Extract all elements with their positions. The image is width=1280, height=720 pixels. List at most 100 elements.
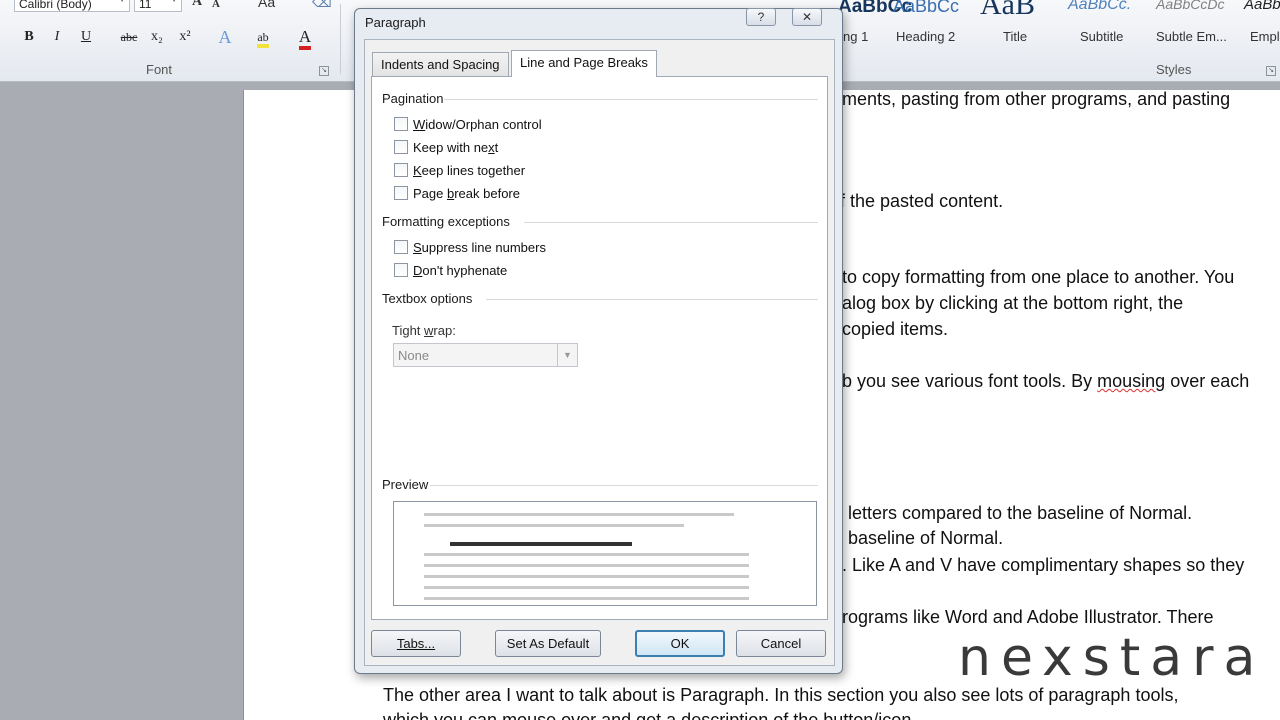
tab-line-and-page-breaks[interactable]: Line and Page Breaks [511,50,657,77]
checkbox-label: Suppress line numbers [413,239,546,255]
style-sample-subtle-emphasis[interactable]: AaBbCcDc [1156,0,1224,12]
page-break-before[interactable]: Page break before [394,184,520,202]
style-sample-subtitle[interactable]: AaBbCc. [1068,0,1131,14]
close-button[interactable]: ✕ [792,8,822,26]
preview-heading: Preview [382,477,429,492]
grow-font-icon[interactable]: A [192,0,202,10]
highlight-icon[interactable]: ab [252,26,274,48]
style-name-heading2: Heading 2 [896,29,956,44]
dialog-body: Indents and Spacing Line and Page Breaks… [364,39,835,666]
style-sample-title[interactable]: AaB [980,0,1035,22]
checkbox-label: Keep with next [413,139,499,155]
chevron-down-icon: ▼ [170,0,178,4]
strikethrough-button[interactable]: abc [115,26,143,48]
keep-with-next-checkbox[interactable] [394,140,408,154]
dialog-title: Paragraph [365,15,426,30]
help-button[interactable]: ? [746,8,776,26]
dont-hyphenate[interactable]: Don't hyphenate [394,261,507,279]
clear-format-icon[interactable]: ⌫ [312,0,332,11]
shrink-font-icon[interactable]: A [212,0,220,10]
doc-line: alog box by clicking at the bottom right… [842,293,1184,313]
suppress-line-numbers[interactable]: Suppress line numbers [394,238,546,256]
doc-line: f the pasted content. [840,191,1004,211]
tab-indents-and-spacing[interactable]: Indents and Spacing [372,52,509,76]
doc-line: b you see various font tools. By mousing… [842,371,1249,392]
font-name-box[interactable]: Calibri (Body) ▼ [14,0,130,12]
preview-line [424,575,749,578]
set-as-default-button[interactable]: Set As Default [495,630,601,657]
doc-line: copied items. [842,319,949,339]
italic-button[interactable]: I [46,26,68,48]
section-divider [430,485,818,486]
underline-button[interactable]: U [75,26,97,48]
close-icon: ✕ [801,10,813,24]
dont-hyphenate-checkbox[interactable] [394,263,408,277]
change-case-icon[interactable]: Aa [258,0,275,10]
watermark-logo: nexstara [958,628,1266,688]
section-divider [486,299,818,300]
style-name-title: Title [1003,29,1028,44]
font-dialog-launcher-icon[interactable]: ↘ [319,66,329,76]
preview-line [424,513,734,516]
keep-lines-together-checkbox[interactable] [394,163,408,177]
ribbon-divider [340,4,341,74]
checkbox-label: Keep lines together [413,162,526,178]
keep-with-next[interactable]: Keep with next [394,138,498,156]
bold-button[interactable]: B [18,26,40,48]
style-name-subtitle: Subtitle [1080,29,1124,44]
cancel-button[interactable]: Cancel [736,630,826,657]
tight-wrap-label: Tight wrap: [392,323,456,338]
text-effects-icon[interactable]: A [214,26,236,48]
preview-line [424,564,749,567]
doc-line: baseline of Normal. [848,528,1004,548]
preview-line [424,524,684,527]
styles-group-label: Styles [1156,62,1192,77]
doc-line: which you can mouse over and get a descr… [383,710,917,720]
doc-text: b you see various font tools. By [842,371,1098,391]
keep-lines-together[interactable]: Keep lines together [394,161,525,179]
widow-orphan-checkbox[interactable] [394,117,408,131]
formatting-exceptions-heading: Formatting exceptions [382,214,510,229]
tab-label: Line and Page Breaks [520,55,648,70]
preview-sample-line [450,542,632,546]
doc-line: letters compared to the baseline of Norm… [848,503,1193,523]
paragraph-dialog: Paragraph ? ✕ Indents and Spacing Line a… [354,8,843,674]
pagination-heading: Pagination [382,91,444,106]
doc-line: to copy formatting from one place to ano… [842,267,1235,287]
section-divider [444,99,818,100]
subscript-button[interactable]: x₂ [146,26,168,48]
suppress-line-numbers-checkbox[interactable] [394,240,408,254]
preview-line [424,553,749,556]
superscript-button[interactable]: x² [174,26,196,48]
style-name-heading1: ng 1 [843,29,869,44]
checkbox-label: Widow/Orphan control [413,116,542,132]
tab-panel: Pagination Widow/Orphan control Keep wit… [371,76,828,620]
chevron-down-icon[interactable]: ▼ [557,344,577,366]
tabs-button[interactable]: Tabs... [371,630,461,657]
page-break-before-checkbox[interactable] [394,186,408,200]
checkbox-label: Page break before [413,185,520,201]
preview-box [393,501,817,606]
style-name-emphasis: Empl [1250,29,1280,44]
spelling-error-text[interactable]: mousing [1097,371,1165,391]
font-group-label: Font [146,62,173,77]
font-size-box[interactable]: 11 ▼ [134,0,182,12]
style-name-subtle-emphasis: Subtle Em... [1156,29,1227,44]
checkbox-label: Don't hyphenate [413,262,508,278]
doc-line: The other area I want to talk about is P… [383,685,1179,705]
style-sample-heading2[interactable]: AaBbCc [893,0,959,17]
textbox-options-heading: Textbox options [382,291,473,306]
styles-dialog-launcher-icon[interactable]: ↘ [1266,66,1276,76]
font-size-value: 11 [139,0,152,11]
tight-wrap-select[interactable]: None ▼ [393,343,578,367]
widow-orphan-control[interactable]: Widow/Orphan control [394,115,542,133]
tight-wrap-value: None [398,348,430,363]
style-sample-emphasis[interactable]: AaBb [1244,0,1280,13]
font-color-icon[interactable]: A [294,26,316,50]
ok-button[interactable]: OK [635,630,725,657]
tab-label: Indents and Spacing [381,57,500,72]
section-divider [524,222,818,223]
doc-line: rograms like Word and Adobe Illustrator.… [842,607,1214,627]
preview-line [424,597,749,600]
font-name-value: Calibri (Body) [19,0,92,11]
